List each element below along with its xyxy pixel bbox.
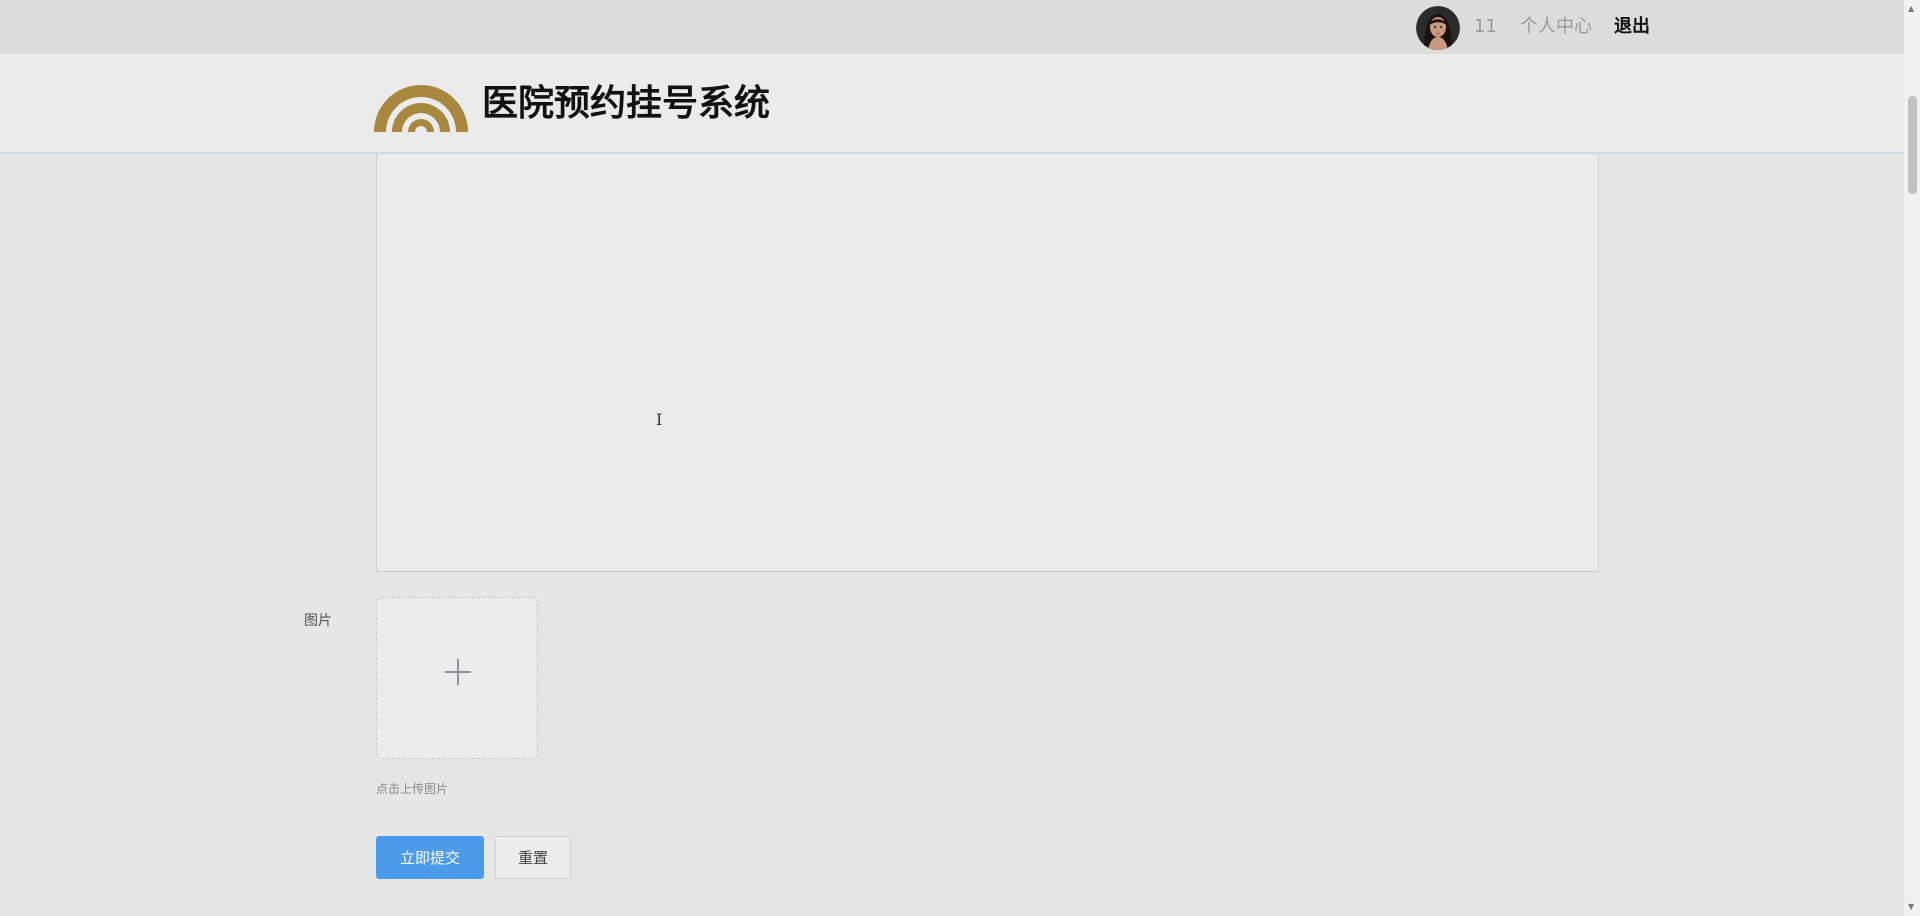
image-upload-box[interactable]: [376, 597, 538, 759]
top-bar: 11 个人中心 退出: [0, 0, 1904, 54]
site-logo: [372, 74, 470, 132]
logout-link[interactable]: 退出: [1614, 16, 1650, 38]
scrollbar-thumb[interactable]: [1908, 96, 1917, 194]
site-header: 医院预约挂号系统: [0, 54, 1904, 154]
scroll-down-icon[interactable]: ▼: [1908, 902, 1914, 912]
reset-button[interactable]: 重置: [495, 836, 571, 879]
image-field-label: 图片: [304, 613, 332, 629]
personal-center-link[interactable]: 个人中心: [1520, 16, 1592, 38]
scroll-up-icon[interactable]: ▲: [1908, 4, 1914, 14]
upload-hint: 点击上传图片: [376, 782, 449, 796]
plus-icon: [445, 659, 471, 685]
username-text: 11: [1474, 16, 1497, 37]
text-cursor-icon: I: [656, 410, 663, 429]
submit-button[interactable]: 立即提交: [376, 836, 484, 879]
site-title: 医院预约挂号系统: [482, 83, 771, 124]
vertical-scrollbar[interactable]: ▲ ▼: [1904, 0, 1920, 916]
rich-text-editor[interactable]: [376, 154, 1599, 572]
user-avatar[interactable]: [1416, 6, 1460, 50]
